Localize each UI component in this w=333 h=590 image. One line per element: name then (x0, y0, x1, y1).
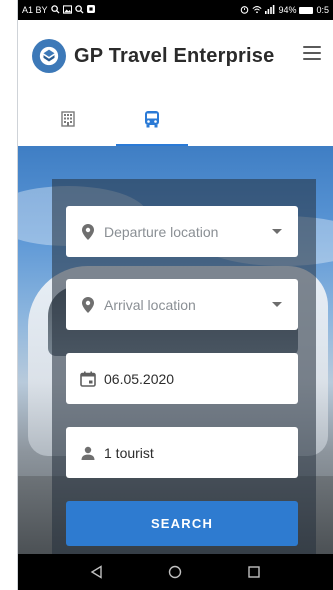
date-field[interactable]: 06.05.2020 (66, 353, 298, 404)
search-button[interactable]: SEARCH (66, 501, 298, 546)
back-button[interactable] (82, 557, 112, 587)
recents-button[interactable] (239, 557, 269, 587)
status-right: 94% 0:5 (240, 4, 329, 16)
brand-logo[interactable] (32, 39, 66, 73)
alarm-icon (240, 5, 249, 16)
app-icon (86, 5, 95, 15)
search-icon (50, 4, 60, 16)
menu-line (303, 52, 321, 54)
tourists-field[interactable]: 1 tourist (66, 427, 298, 478)
system-nav-bar (18, 554, 333, 590)
signal-icon (265, 4, 275, 16)
app-header: GP Travel Enterprise (18, 20, 333, 92)
recents-square-icon (248, 566, 260, 578)
arrival-select[interactable]: Arrival location (66, 279, 298, 330)
building-icon (61, 111, 75, 127)
clock: 0:5 (316, 5, 329, 15)
calendar-icon (80, 371, 96, 387)
search-icon (74, 4, 84, 16)
search-type-tabs (18, 92, 333, 146)
home-circle-icon (169, 565, 182, 579)
brand-name[interactable]: GP Travel Enterprise (74, 45, 274, 68)
chevron-down-icon (272, 229, 282, 234)
location-pin-icon (80, 296, 96, 313)
image-icon (62, 4, 72, 16)
status-bar: A1 BY 94% 0:5 (18, 0, 333, 20)
battery-percent: 94% (278, 5, 297, 15)
location-pin-icon (80, 223, 96, 240)
tab-bus[interactable] (116, 92, 188, 146)
logo-icon (39, 46, 59, 66)
home-button[interactable] (160, 557, 190, 587)
tourists-value: 1 tourist (104, 444, 154, 461)
menu-button[interactable] (303, 46, 321, 60)
arrival-placeholder: Arrival location (104, 296, 196, 313)
battery-icon (299, 6, 314, 14)
departure-select[interactable]: Departure location (66, 206, 298, 257)
phone-screen: A1 BY 94% 0:5 GP Travel Enterprise Depar… (18, 0, 333, 590)
carrier-label: A1 BY (22, 5, 48, 15)
menu-line (303, 58, 321, 60)
menu-line (303, 46, 321, 48)
search-form: Departure location Arrival location 06.0… (52, 179, 316, 554)
bus-icon (145, 111, 159, 128)
chevron-down-icon (272, 302, 282, 307)
wifi-icon (252, 5, 262, 16)
departure-placeholder: Departure location (104, 223, 219, 240)
person-icon (80, 446, 96, 460)
date-value: 06.05.2020 (104, 370, 175, 387)
status-left: A1 BY (22, 4, 95, 16)
tab-hotels[interactable] (40, 92, 96, 146)
back-triangle-icon (90, 565, 102, 579)
left-margin (0, 0, 18, 590)
